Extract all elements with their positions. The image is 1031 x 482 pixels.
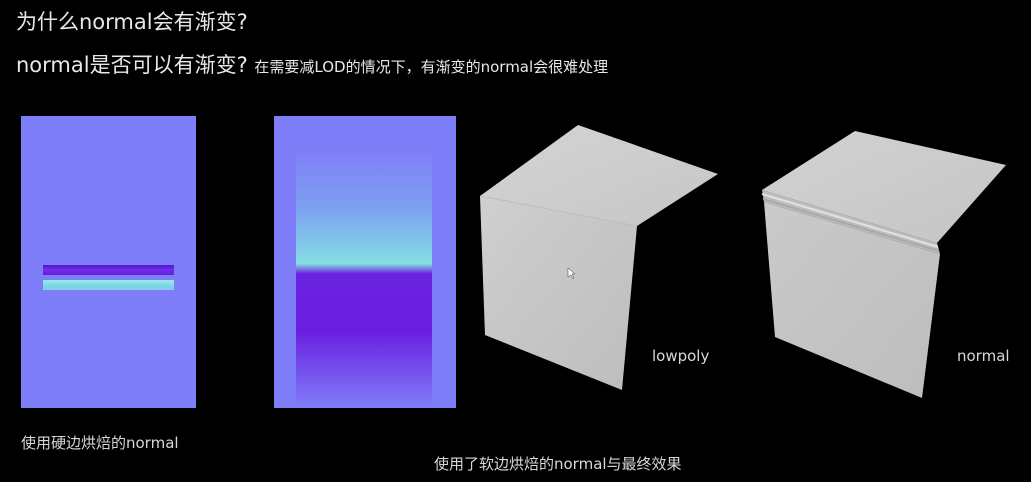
lowpoly-front-face [480,196,637,390]
soft-edge-caption: 使用了软边烘焙的normal与最终效果 [434,455,682,473]
lowpoly-label: lowpoly [652,347,710,365]
render-views [479,125,1006,398]
hard-edge-caption: 使用硬边烘焙的normal [21,434,179,452]
normal-label: normal [957,347,1010,365]
